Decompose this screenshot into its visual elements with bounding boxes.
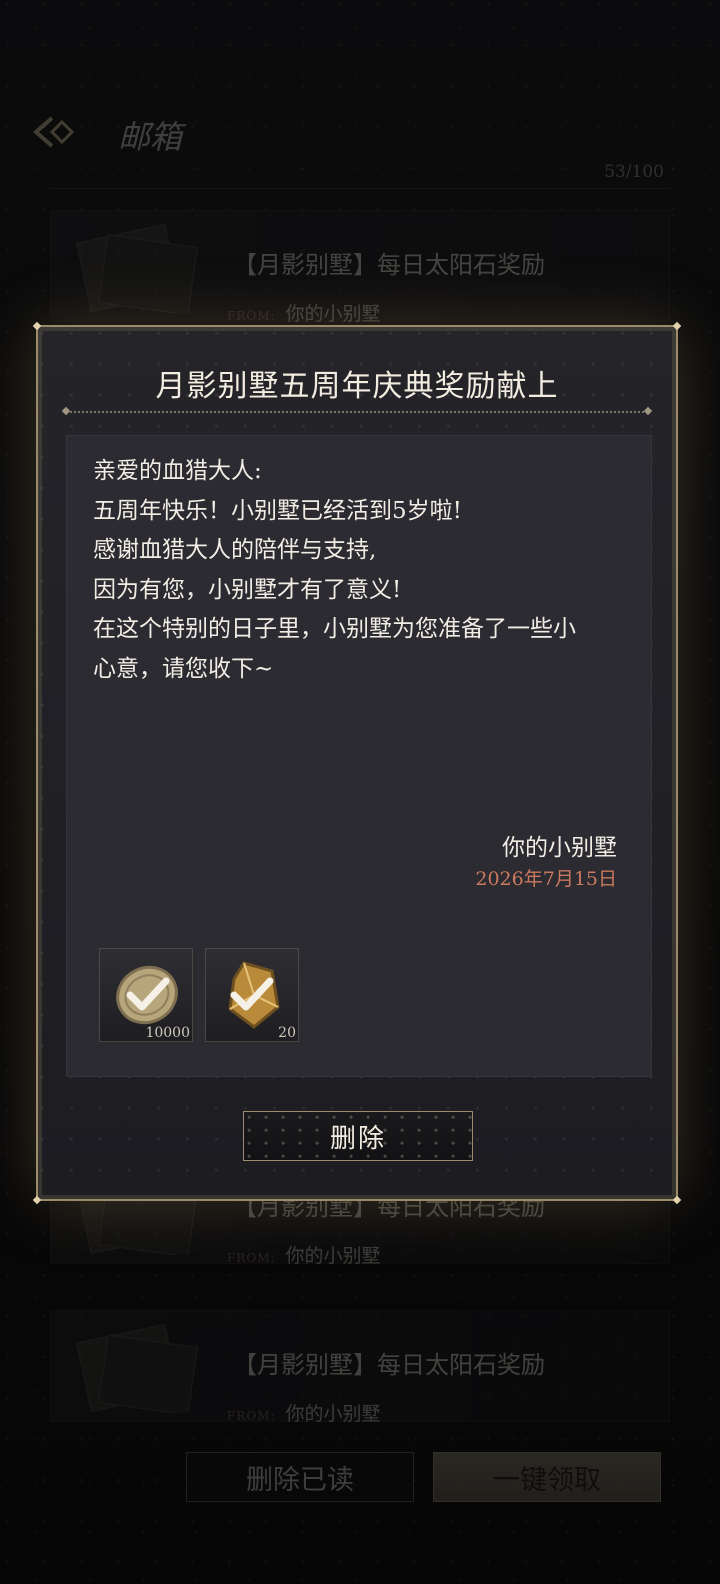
divider-ornament xyxy=(643,406,653,416)
dialog-title: 月影别墅五周年庆典奖励献上 xyxy=(155,369,559,404)
coin-icon xyxy=(116,965,178,1025)
reward-quantity: 10000 xyxy=(145,1025,190,1041)
letter-date: 2026年7月15日 xyxy=(475,868,617,890)
letter-line: 感谢血猎大人的陪伴与支持, xyxy=(93,537,377,563)
reward-item-coin[interactable]: 10000 xyxy=(99,948,193,1042)
reward-item-crystal[interactable]: 20 xyxy=(205,948,299,1042)
letter-signature: 你的小别墅 xyxy=(502,835,617,861)
divider-ornament xyxy=(61,406,71,416)
letter-panel: 亲爱的血猎大人: 五周年快乐！小别墅已经活到5岁啦! 感谢血猎大人的陪伴与支持,… xyxy=(66,435,652,1077)
letter-line: 因为有您，小别墅才有了意义! xyxy=(93,576,402,603)
title-divider xyxy=(61,406,653,416)
letter-line: 亲爱的血猎大人: xyxy=(93,458,262,484)
mail-detail-dialog: 月影别墅五周年庆典奖励献上 亲爱的血猎大人: 五周年快乐！小别墅已经活到5岁啦!… xyxy=(32,321,682,1205)
crystal-icon xyxy=(228,961,280,1029)
letter-line: 五周年快乐！小别墅已经活到5岁啦! xyxy=(93,497,462,524)
letter-body: 亲爱的血猎大人: 五周年快乐！小别墅已经活到5岁啦! 感谢血猎大人的陪伴与支持,… xyxy=(93,452,633,689)
delete-button[interactable]: 删除 xyxy=(243,1111,473,1161)
letter-line: 在这个特别的日子里，小别墅为您准备了一些小 xyxy=(93,616,576,642)
letter-line: 心意，请您收下~ xyxy=(93,655,274,682)
reward-quantity: 20 xyxy=(278,1025,296,1041)
